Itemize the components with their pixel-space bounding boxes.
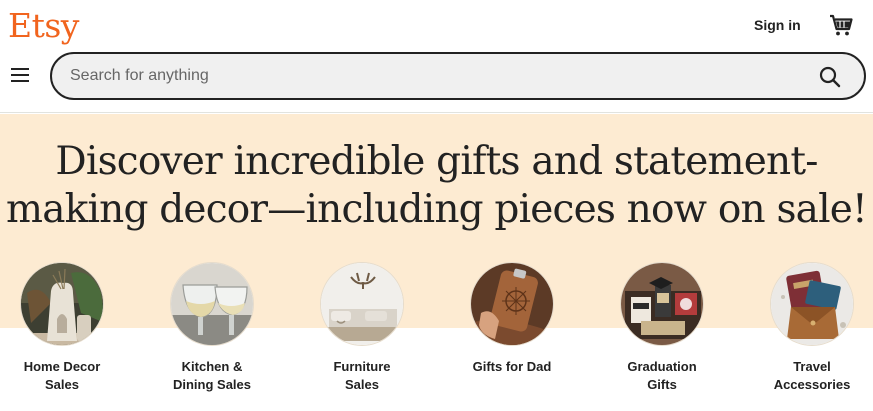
headline-line-2: making decor—including pieces now on sal… <box>6 187 868 232</box>
category-image-home-decor[interactable] <box>20 262 104 346</box>
site-header: Etsy Sign in <box>0 0 873 113</box>
category-label: Home Decor Sales <box>23 359 101 392</box>
category-label: Furniture Sales <box>333 359 391 392</box>
cart-icon[interactable] <box>828 12 854 38</box>
category-row: Home DecorSales Kitchen &Dining Sales <box>0 262 873 411</box>
hero-headline: Discover incredible gifts and statement-… <box>0 138 873 234</box>
category-gifts-for-dad[interactable]: Gifts for Dad <box>447 262 577 376</box>
category-label: Gifts for Dad <box>472 359 552 374</box>
etsy-logo[interactable]: Etsy <box>8 4 79 48</box>
category-travel-accessories[interactable]: Travel Accessories <box>747 262 873 394</box>
hamburger-menu-icon[interactable] <box>10 66 30 84</box>
headline-line-1: Discover incredible gifts and statement- <box>55 139 818 184</box>
category-label: Graduation Gifts <box>627 359 697 392</box>
search-icon[interactable] <box>818 65 842 89</box>
category-furniture-sales[interactable]: Furniture Sales <box>297 262 427 394</box>
search-input[interactable] <box>70 64 790 88</box>
category-image-gifts-for-dad[interactable] <box>470 262 554 346</box>
category-image-graduation[interactable] <box>620 262 704 346</box>
category-graduation-gifts[interactable]: Graduation Gifts <box>597 262 727 394</box>
search-bar <box>50 52 866 100</box>
category-label: Kitchen & Dining Sales <box>172 359 252 392</box>
category-home-decor-sales[interactable]: Home Decor Sales <box>0 262 127 394</box>
sign-in-link[interactable]: Sign in <box>754 16 801 34</box>
category-kitchen-dining-sales[interactable]: Kitchen & Dining Sales <box>147 262 277 394</box>
category-image-furniture[interactable] <box>320 262 404 346</box>
category-image-kitchen[interactable] <box>170 262 254 346</box>
category-image-travel[interactable] <box>770 262 854 346</box>
category-label: Travel Accessories <box>773 359 851 392</box>
